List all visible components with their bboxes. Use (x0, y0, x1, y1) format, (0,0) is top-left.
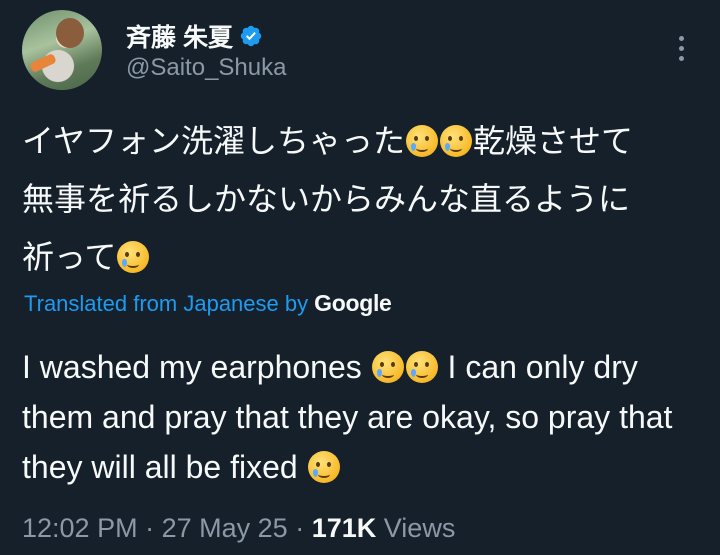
tweet-date[interactable]: 27 May 25 (162, 513, 288, 543)
face-holding-back-tears-emoji (117, 241, 150, 273)
avatar[interactable] (22, 10, 102, 90)
tweet-text-segment: I washed my earphones (22, 349, 362, 385)
display-name[interactable]: 斉藤 朱夏 (126, 18, 233, 54)
meta-separator: · (295, 513, 305, 543)
face-holding-back-tears-emoji (406, 125, 439, 157)
translation-attribution[interactable]: Translated from Japanese by Google (24, 290, 392, 317)
avatar-detail (29, 52, 57, 74)
face-holding-back-tears-emoji (405, 351, 438, 383)
tweet-text-original: イヤフォン洗濯しちゃった 乾燥させて 無事を祈るしかないからみんな直るように 祈っ… (22, 112, 702, 286)
tweet-text-segment: 祈って (22, 238, 117, 276)
translation-label[interactable]: Translated from Japanese by (24, 291, 308, 317)
face-holding-back-tears-emoji (440, 125, 473, 157)
user-handle[interactable]: @Saito_Shuka (126, 54, 286, 82)
avatar-hair (56, 18, 84, 48)
more-dot (678, 56, 684, 61)
views-count[interactable]: 171K (312, 513, 377, 543)
tweet-header: 斉藤 朱夏 @Saito_Shuka (22, 10, 702, 94)
tweet-text-segment: 乾燥させて (473, 122, 634, 160)
more-dot (678, 46, 684, 51)
views-label: Views (383, 513, 456, 543)
tweet-text-segment: イヤフォン洗濯しちゃった (22, 122, 406, 160)
more-dot (678, 36, 684, 41)
verified-badge-icon[interactable] (239, 24, 263, 48)
tweet-time[interactable]: 12:02 PM (22, 513, 138, 543)
meta-separator: · (145, 513, 155, 543)
face-holding-back-tears-emoji (307, 451, 340, 483)
tweet-text-segment: 無事を祈るしかないからみんな直るように (22, 180, 631, 218)
more-vertical-icon[interactable] (678, 36, 684, 61)
tweet-meta: 12:02 PM · 27 May 25 · 171K Views (22, 513, 455, 544)
google-logo: Google (314, 290, 392, 316)
tweet-text-translated: I washed my earphones I can only dry the… (22, 342, 702, 492)
name-row: 斉藤 朱夏 (126, 18, 263, 54)
face-holding-back-tears-emoji (371, 351, 404, 383)
